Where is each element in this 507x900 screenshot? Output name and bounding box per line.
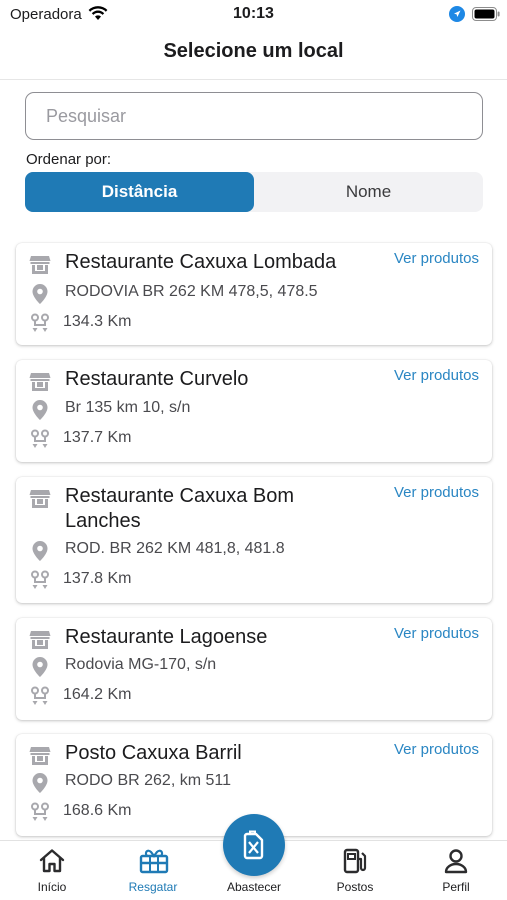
place-address: RODOVIA BR 262 KM 478,5, 478.5	[65, 283, 318, 300]
tab-postos[interactable]: Postos	[305, 841, 405, 900]
place-distance: 168.6 Km	[63, 802, 132, 819]
place-address: Rodovia MG-170, s/n	[65, 656, 217, 673]
store-icon	[29, 255, 51, 280]
tab-label: Abastecer	[226, 880, 282, 894]
sort-option-distance[interactable]: Distância	[25, 172, 254, 212]
map-pin-icon	[31, 399, 49, 426]
map-pin-icon	[31, 283, 49, 310]
tab-label: Resgatar	[128, 880, 178, 894]
store-icon	[29, 372, 51, 397]
place-card[interactable]: Restaurante Curvelo Ver produtos Br 135 …	[16, 360, 492, 462]
header-divider	[0, 79, 507, 80]
fuel-can-icon	[243, 830, 264, 860]
sort-segmented-control: Distância Nome	[25, 172, 483, 212]
tab-label: Postos	[336, 880, 374, 894]
place-name: Restaurante Lagoense	[65, 626, 268, 648]
route-distance-icon	[30, 802, 50, 827]
place-card[interactable]: Restaurante Lagoense Ver produtos Rodovi…	[16, 618, 492, 720]
gift-icon	[139, 847, 169, 880]
tab-label: Perfil	[442, 880, 470, 894]
place-name: Restaurante Curvelo	[65, 368, 249, 390]
sort-option-name[interactable]: Nome	[254, 172, 483, 212]
home-icon	[38, 847, 66, 880]
place-distance: 134.3 Km	[63, 313, 132, 330]
refuel-button[interactable]	[223, 814, 285, 876]
map-pin-icon	[31, 772, 49, 799]
view-products-link[interactable]: Ver produtos	[394, 250, 479, 267]
view-products-link[interactable]: Ver produtos	[394, 625, 479, 642]
store-icon	[29, 489, 51, 514]
place-distance: 137.7 Km	[63, 429, 132, 446]
tab-inicio[interactable]: Início	[2, 841, 102, 900]
person-icon	[442, 847, 470, 880]
view-products-link[interactable]: Ver produtos	[394, 741, 479, 758]
map-pin-icon	[31, 656, 49, 683]
route-distance-icon	[30, 570, 50, 595]
tab-perfil[interactable]: Perfil	[406, 841, 506, 900]
store-icon	[29, 630, 51, 655]
sort-label: Ordenar por:	[26, 151, 112, 168]
search-field[interactable]	[25, 92, 483, 140]
place-name: Restaurante Caxuxa Lombada	[65, 251, 337, 273]
place-card[interactable]: Restaurante Caxuxa Bom Lanches Ver produ…	[16, 477, 492, 603]
page-title: Selecione um local	[163, 40, 344, 62]
place-address: RODO BR 262, km 511	[65, 772, 231, 789]
fuel-pump-icon	[341, 847, 369, 880]
place-distance: 137.8 Km	[63, 570, 132, 587]
tab-resgatar[interactable]: Resgatar	[103, 841, 203, 900]
place-card[interactable]: Restaurante Caxuxa Lombada Ver produtos …	[16, 243, 492, 345]
battery-icon	[472, 7, 500, 26]
search-input[interactable]	[26, 93, 482, 139]
route-distance-icon	[30, 429, 50, 454]
status-bar: Operadora 10:13	[0, 0, 507, 30]
place-address: Br 135 km 10, s/n	[65, 399, 191, 416]
location-services-icon	[449, 6, 465, 27]
route-distance-icon	[30, 313, 50, 338]
view-products-link[interactable]: Ver produtos	[394, 367, 479, 384]
tab-label: Início	[37, 880, 67, 894]
route-distance-icon	[30, 686, 50, 711]
store-icon	[29, 746, 51, 771]
place-distance: 164.2 Km	[63, 686, 132, 703]
place-name: Restaurante Caxuxa Bom Lanches	[65, 485, 295, 532]
map-pin-icon	[31, 540, 49, 567]
view-products-link[interactable]: Ver produtos	[394, 484, 479, 501]
clock: 10:13	[233, 5, 274, 22]
place-name: Posto Caxuxa Barril	[65, 742, 242, 764]
place-address: ROD. BR 262 KM 481,8, 481.8	[65, 540, 285, 557]
